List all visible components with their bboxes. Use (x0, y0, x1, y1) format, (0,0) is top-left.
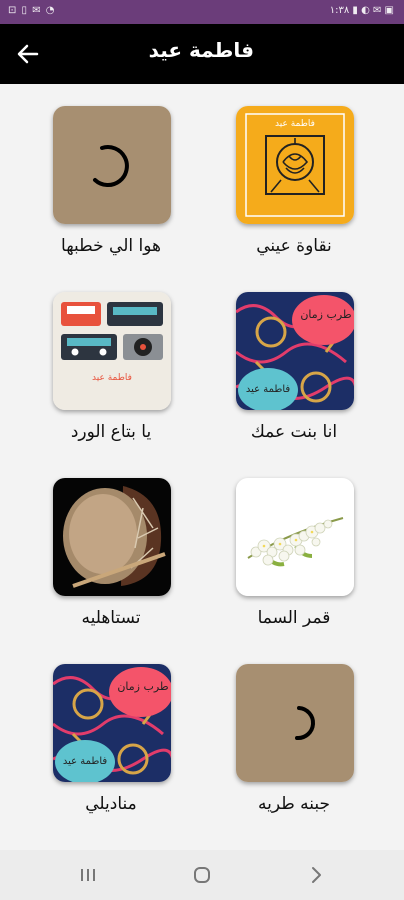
drum-icon (53, 478, 171, 596)
cassette-tapes-icon: فاطمة عيد (53, 292, 171, 410)
cover-text: طرب زمان (117, 680, 169, 693)
song-card[interactable]: فاطمة عيد نقاوة عيني (219, 84, 369, 269)
song-cover (236, 664, 354, 782)
song-cover (53, 106, 171, 224)
song-card[interactable]: طرب زمان فاطمة عيد مناديلي (36, 642, 186, 827)
song-title: تستاهليه (81, 608, 141, 628)
cover-text: طرب زمان (300, 308, 352, 321)
song-cover: فاطمة عيد (236, 106, 354, 224)
instrument-pattern-icon: طرب زمان فاطمة عيد (236, 292, 354, 410)
rose-cover-icon: فاطمة عيد (236, 106, 354, 224)
song-card[interactable]: قمر السما (219, 456, 369, 641)
loading-spinner-icon (236, 664, 354, 782)
nav-back-button[interactable] (296, 860, 336, 890)
app-bar: فاطمة عيد (0, 24, 404, 84)
song-grid: فاطمة عيد نقاوة عيني هوا الي خطبها طرب ز… (0, 84, 404, 850)
loading-spinner-icon (53, 106, 171, 224)
song-card[interactable]: جبنه طريه (219, 642, 369, 827)
white-flowers-icon (236, 478, 354, 596)
song-card[interactable]: فاطمة عيد يا بتاع الورد (36, 270, 186, 455)
song-cover: طرب زمان فاطمة عيد (53, 664, 171, 782)
cover-text-secondary: فاطمة عيد (63, 756, 108, 767)
instrument-pattern-icon: طرب زمان فاطمة عيد (53, 664, 171, 782)
song-cover: طرب زمان فاطمة عيد (236, 292, 354, 410)
song-cover: فاطمة عيد (53, 292, 171, 410)
arrow-left-icon (17, 44, 39, 64)
song-title: مناديلي (85, 794, 137, 814)
home-button[interactable] (182, 860, 222, 890)
song-title: قمر السما (257, 608, 331, 628)
cover-text: فاطمة عيد (275, 119, 315, 129)
song-card[interactable]: طرب زمان فاطمة عيد انا بنت عمك (219, 270, 369, 455)
back-chevron-icon (312, 867, 321, 883)
cover-text: فاطمة عيد (92, 373, 132, 383)
page-title: فاطمة عيد (148, 38, 254, 62)
recents-button[interactable] (68, 860, 108, 890)
song-title: انا بنت عمك (250, 422, 338, 442)
song-title: نقاوة عيني (256, 236, 332, 256)
song-title: هوا الي خطبها (61, 236, 161, 256)
song-cover (236, 478, 354, 596)
song-card[interactable]: هوا الي خطبها (36, 84, 186, 269)
cover-text-secondary: فاطمة عيد (246, 384, 291, 395)
system-nav-bar (0, 850, 404, 900)
status-bar: ⊡ ▯ ✉ ◔ ١:٣٨ ▮ ◐ ✉ ▣ (0, 0, 404, 24)
recents-icon (81, 869, 95, 881)
status-icons-right: ١:٣٨ ▮ ◐ ✉ ▣ (329, 5, 394, 16)
song-title: جبنه طريه (257, 794, 331, 814)
song-card[interactable]: تستاهليه (36, 456, 186, 641)
song-cover (53, 478, 171, 596)
status-icons-left: ⊡ ▯ ✉ ◔ (8, 5, 56, 16)
song-title: يا بتاع الورد (70, 422, 152, 442)
back-button[interactable] (8, 34, 48, 74)
home-icon (194, 867, 210, 883)
